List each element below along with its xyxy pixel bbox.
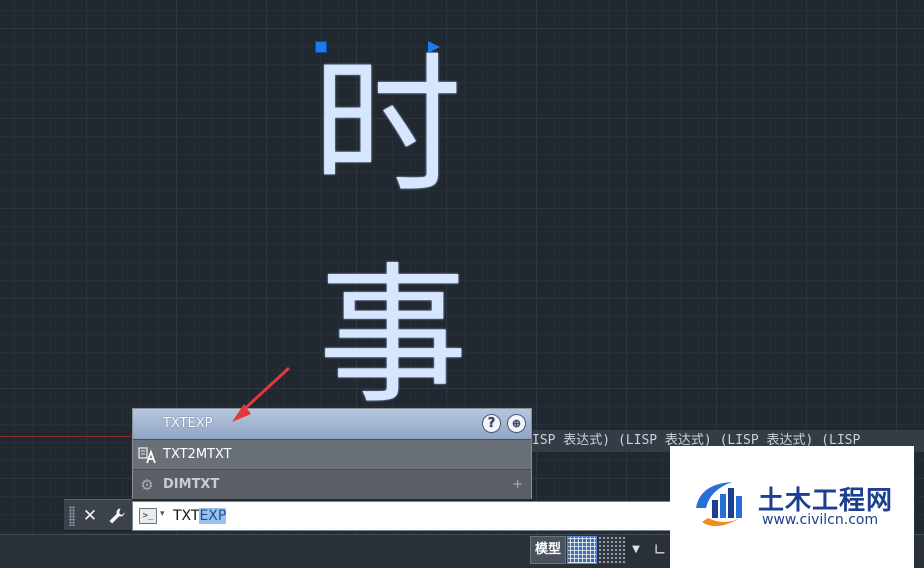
prompt-icon[interactable]: >_: [139, 508, 157, 524]
close-icon[interactable]: ✕: [80, 503, 100, 529]
autocomplete-item-label: TXT2MTXT: [163, 447, 232, 462]
autocomplete-item-txt2mtxt[interactable]: TXT2MTXT: [133, 439, 531, 469]
command-text: TXTEXP: [173, 502, 227, 530]
text-object-1[interactable]: 时: [312, 52, 462, 202]
watermark: 土木工程网 www.civilcn.com: [670, 446, 914, 568]
model-tab[interactable]: 模型: [530, 536, 566, 564]
help-icon[interactable]: ?: [482, 414, 501, 433]
globe-icon[interactable]: ⊕: [507, 414, 526, 433]
autocomplete-item-txtexp[interactable]: TXTEXP ? ⊕: [133, 409, 531, 439]
command-autocompleted-text: EXP: [199, 508, 227, 524]
watermark-url: www.civilcn.com: [762, 512, 879, 528]
autocomplete-item-dimtxt[interactable]: ⚙ DIMTXT +: [133, 469, 531, 499]
command-typed-text: TXT: [173, 508, 200, 524]
snap-mode-icon[interactable]: [598, 536, 626, 564]
chevron-down-icon[interactable]: ▾: [160, 509, 165, 519]
grip-triangle-handle[interactable]: [428, 41, 440, 53]
watermark-logo-icon: [696, 482, 742, 527]
ortho-mode-icon[interactable]: ∟: [650, 536, 670, 564]
text-convert-icon: [138, 446, 156, 464]
command-input[interactable]: >_ ▾ TXTEXP: [132, 501, 672, 531]
autocomplete-list: TXTEXP ? ⊕ TXT2MTXT ⚙ DIMTXT +: [132, 408, 532, 499]
text-object-2[interactable]: 事: [318, 262, 468, 412]
autocomplete-item-label: TXTEXP: [163, 416, 213, 431]
command-line-handle: ✕: [64, 499, 132, 531]
grip-square-handle[interactable]: [315, 41, 327, 53]
x-axis-line: [0, 436, 132, 437]
autocomplete-item-label: DIMTXT: [163, 477, 220, 492]
grid-display-icon[interactable]: [567, 536, 597, 564]
snap-dropdown-icon[interactable]: ▼: [628, 536, 644, 564]
wrench-icon[interactable]: [106, 503, 128, 529]
gear-icon: ⚙: [140, 476, 154, 494]
expand-plus-icon[interactable]: +: [512, 470, 523, 500]
drag-grip-icon[interactable]: [69, 506, 75, 526]
